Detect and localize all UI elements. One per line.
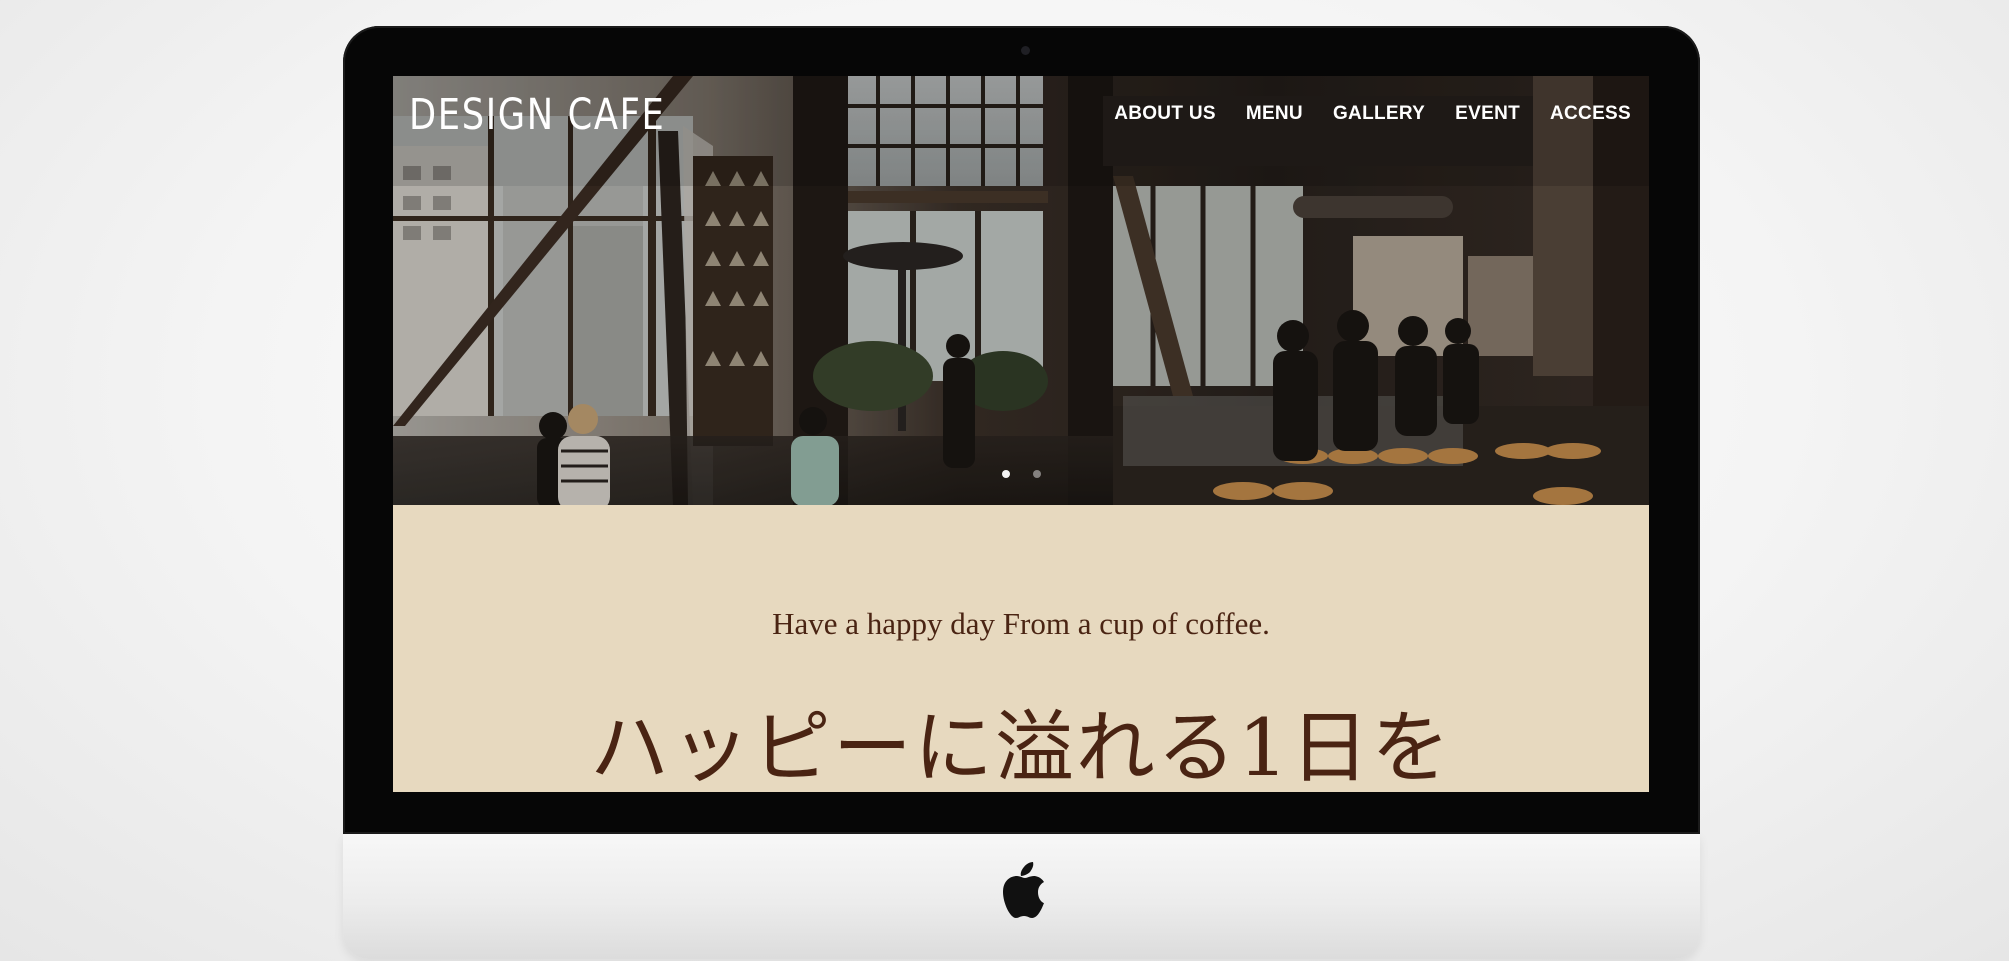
headline: ハッピーに溢れる1日を [589,702,1453,792]
site-logo[interactable]: DESIGN CAFE [409,90,665,140]
nav-gallery[interactable]: GALLERY [1333,103,1425,125]
nav-access[interactable]: ACCESS [1550,103,1631,125]
imac-chin [343,834,1700,959]
intro-section: Have a happy day From a cup of coffee. ハ… [393,505,1649,792]
website-screen: DESIGN CAFE ABOUT US MENU GALLERY EVENT … [393,76,1649,792]
nav-about-us[interactable]: ABOUT US [1114,103,1216,125]
slider-dot-2[interactable] [1033,470,1041,478]
apple-logo-icon [1003,862,1044,918]
slider-pagination [1002,470,1041,478]
imac-bezel: DESIGN CAFE ABOUT US MENU GALLERY EVENT … [343,26,1700,834]
nav-event[interactable]: EVENT [1455,103,1520,125]
imac-mockup: DESIGN CAFE ABOUT US MENU GALLERY EVENT … [343,26,1700,959]
nav-menu[interactable]: MENU [1246,103,1303,125]
hero-image: DESIGN CAFE ABOUT US MENU GALLERY EVENT … [393,76,1649,505]
tagline: Have a happy day From a cup of coffee. [772,606,1270,641]
camera-icon [1021,46,1030,55]
slider-dot-1[interactable] [1002,470,1010,478]
main-nav: ABOUT US MENU GALLERY EVENT ACCESS [1114,103,1631,125]
cafe-interior-photo [393,76,1649,505]
